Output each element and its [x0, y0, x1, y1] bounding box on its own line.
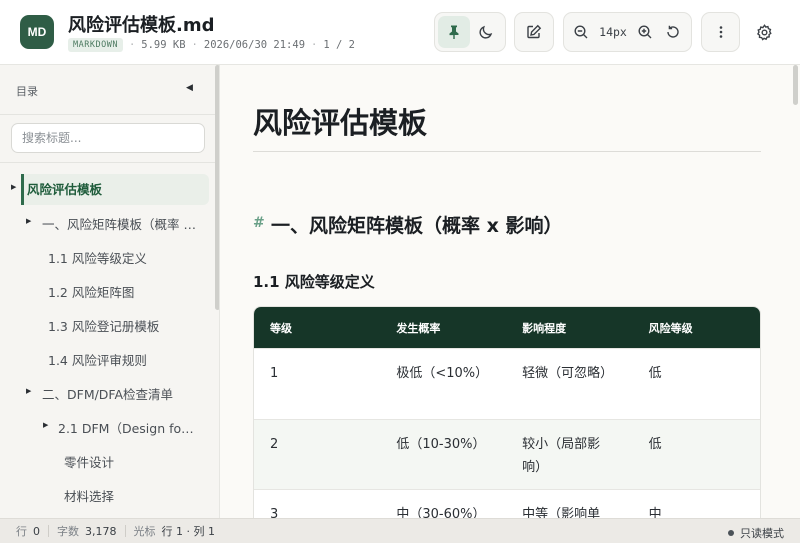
table-header-cell: 影响程度 [506, 307, 633, 348]
toc-item[interactable]: 1.2 风险矩阵图 [48, 277, 208, 308]
toc-item[interactable]: 1.3 风险登记册模板 [48, 311, 208, 342]
more-icon [719, 26, 722, 38]
section-heading: 一、风险矩阵模板（概率 x 影响） [271, 215, 563, 237]
heading-anchor[interactable]: # [253, 215, 265, 231]
divider [124, 525, 126, 537]
toc-item[interactable]: 材料选择 [64, 481, 204, 512]
edit-group [514, 12, 554, 52]
chars-value: 3,178 [85, 524, 117, 538]
file-size: 5.99 KB [141, 39, 186, 51]
divider [48, 525, 49, 537]
caret-left-icon: ◀ [186, 83, 193, 93]
toc-item[interactable]: 二、DFM/DFA检查清单 [42, 379, 208, 410]
cursor-value: 行 1 · 列 1 [161, 525, 215, 538]
caret-right-icon[interactable]: ▶ [26, 217, 31, 225]
caret-right-icon[interactable]: ▶ [26, 387, 31, 395]
divider [253, 151, 761, 152]
toc-item[interactable]: 1.4 风险评审规则 [48, 345, 208, 376]
table-cell: 中等（影响单 [506, 489, 633, 518]
file-meta: MARKDOWN · 5.99 KB · 2026/06/30 21:49 · … [68, 38, 355, 52]
table-row: 1 极低（<10%） 轻微（可忽略） 低 [254, 348, 760, 419]
status-dot-icon [728, 530, 734, 536]
toc-heading: 目录 [16, 85, 38, 98]
toc-item[interactable]: 零件设计 [64, 447, 204, 478]
toc-item[interactable]: 1.1 风险等级定义 [48, 243, 208, 274]
caret-right-icon[interactable]: ▶ [11, 183, 16, 191]
table-cell: 3 [254, 489, 381, 518]
chars-label: 字数 [57, 525, 79, 538]
document-view: 风险评估模板 # 一、风险矩阵模板（概率 x 影响） 1.1 风险等级定义 等级… [221, 65, 800, 518]
cursor-label: 光标 [133, 525, 156, 538]
zoom-controls: 14px [563, 12, 692, 52]
file-datetime: 2026/06/30 21:49 [203, 39, 306, 51]
pin-icon [449, 25, 459, 39]
zoom-in-icon [638, 25, 652, 39]
table-row: 3 中（30-60%） 中等（影响单 中 [254, 489, 760, 518]
edit-icon [527, 24, 542, 39]
file-type-badge: MARKDOWN [68, 38, 123, 52]
caret-right-icon[interactable]: ▶ [43, 421, 48, 429]
read-only-indicator: 只读模式 [728, 525, 784, 541]
table-cell: 低 [632, 348, 760, 419]
divider [0, 114, 216, 115]
divider [0, 162, 216, 163]
zoom-level: 14px [599, 25, 627, 39]
table-cell: 中 [632, 489, 760, 518]
row-label: 行 [16, 525, 27, 538]
table-header-cell: 发生概率 [380, 307, 507, 348]
table-header-cell: 等级 [254, 307, 381, 348]
file-title: 风险评估模板.md [68, 15, 215, 36]
view-toggle-group [434, 12, 506, 52]
file-type-logo: MD [20, 15, 54, 49]
dark-mode-button[interactable] [470, 16, 502, 48]
settings-icon [756, 23, 772, 41]
row-value: 0 [33, 524, 40, 538]
zoom-out-button[interactable] [567, 16, 595, 48]
toc-sidebar: 目录 ◀ ▶ 风险评估模板 ▶ 一、风险矩阵模板（概率 x 影响） 1.1 风险… [0, 65, 220, 518]
reset-icon [667, 25, 679, 38]
toc-item-root[interactable]: 风险评估模板 [21, 174, 209, 205]
collapse-sidebar-button[interactable]: ◀ [186, 83, 193, 93]
more-button[interactable] [705, 16, 737, 48]
sidebar-scrollbar[interactable] [215, 65, 219, 310]
more-group [701, 12, 740, 52]
table-header-cell: 风险等级 [632, 307, 760, 348]
zoom-in-button[interactable] [631, 16, 659, 48]
subsection-heading: 1.1 风险等级定义 [253, 273, 375, 291]
document-title: 风险评估模板 [253, 106, 428, 140]
table-cell: 1 [254, 348, 381, 419]
pin-button[interactable] [438, 16, 470, 48]
status-bar: 行 0 字数 3,178 光标 行 1 · 列 1 只读模式 [0, 518, 800, 543]
document-scrollbar[interactable] [793, 65, 798, 105]
table-cell: 低（10-30%） [380, 419, 507, 489]
zoom-out-icon [574, 25, 588, 39]
zoom-reset-button[interactable] [659, 16, 687, 48]
table-cell: 较小（局部影响） [506, 419, 633, 489]
toc-item[interactable]: 一、风险矩阵模板（概率 x 影响） [42, 209, 200, 240]
table-row: 2 低（10-30%） 较小（局部影响） 低 [254, 419, 760, 489]
table-cell: 极低（<10%） [380, 348, 507, 419]
moon-icon [479, 25, 493, 39]
table-cell: 低 [632, 419, 760, 489]
toc-item[interactable]: 2.1 DFM（Design for Manufacturing） [58, 413, 194, 444]
edit-button[interactable] [518, 16, 550, 48]
table-cell: 中（30-60%） [380, 489, 507, 518]
app-header: MD 风险评估模板.md MARKDOWN · 5.99 KB · 2026/0… [0, 0, 800, 65]
risk-level-table: 等级 发生概率 影响程度 风险等级 1 极低（<10%） 轻微（可忽略） 低 2… [253, 306, 761, 518]
toc-search-input[interactable] [11, 123, 205, 153]
page-indicator: 1 / 2 [323, 39, 355, 51]
table-cell: 2 [254, 419, 381, 489]
settings-button[interactable] [750, 18, 778, 46]
table-cell: 轻微（可忽略） [506, 348, 633, 419]
mode-label: 只读模式 [740, 527, 784, 540]
